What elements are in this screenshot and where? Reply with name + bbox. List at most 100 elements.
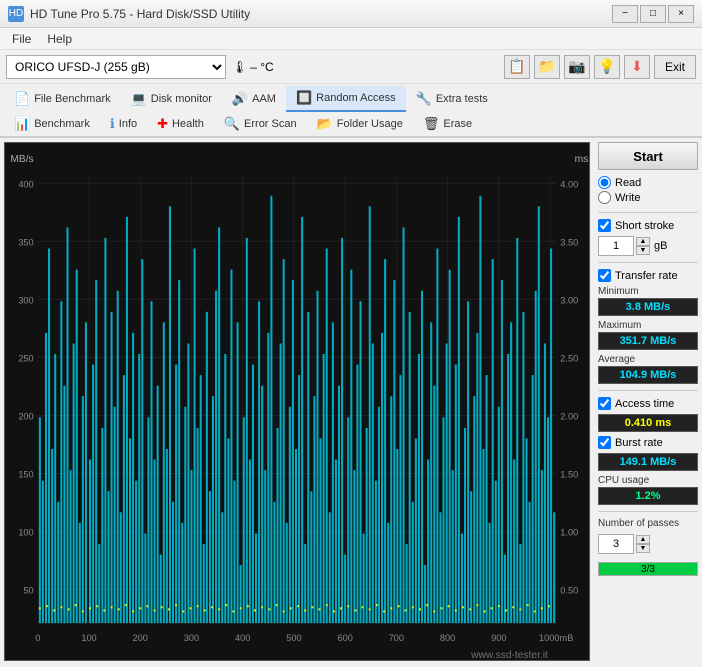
write-radio[interactable] (598, 191, 611, 204)
svg-text:400: 400 (235, 633, 250, 643)
toolbar-download-button[interactable]: ⬇ (624, 55, 650, 79)
app-icon: HD (8, 6, 24, 22)
svg-text:400: 400 (18, 179, 33, 189)
svg-text:MB/s: MB/s (10, 154, 33, 165)
tab-erase[interactable]: 🗑 Erase (413, 112, 482, 136)
access-time-checkbox-label[interactable]: Access time (598, 397, 698, 410)
write-label: Write (615, 192, 640, 204)
folder-usage-icon: 📂 (317, 116, 333, 132)
window-controls[interactable]: − □ × (612, 5, 694, 23)
maximize-button[interactable]: □ (640, 5, 666, 23)
toolbar-icons: 📋 📁 📷 💡 ⬇ Exit (504, 55, 696, 79)
tab-random-access-label: Random Access (316, 92, 395, 104)
burst-rate-value: 149.1 MB/s (598, 453, 698, 471)
drive-selector[interactable]: ORICO UFSD-J (255 gB) (6, 55, 226, 79)
title-bar: HD HD Tune Pro 5.75 - Hard Disk/SSD Util… (0, 0, 702, 28)
tab-file-benchmark-label: File Benchmark (34, 93, 110, 105)
burst-rate-checkbox[interactable] (598, 436, 611, 449)
menu-file[interactable]: File (4, 30, 39, 47)
tab-folder-usage[interactable]: 📂 Folder Usage (307, 112, 413, 136)
menu-help[interactable]: Help (39, 30, 80, 47)
passes-down[interactable]: ▼ (636, 544, 650, 553)
tab-error-scan[interactable]: 🔍 Error Scan (214, 112, 307, 136)
short-stroke-label: Short stroke (615, 220, 674, 232)
start-button[interactable]: Start (598, 142, 698, 170)
minimize-button[interactable]: − (612, 5, 638, 23)
tab-random-access[interactable]: 🔲 Random Access (286, 86, 406, 112)
nav-row-2: 📊 Benchmark ℹ Info ✚ Health 🔍 Error Scan… (4, 112, 698, 136)
average-value: 104.9 MB/s (598, 366, 698, 384)
access-time-label: Access time (615, 398, 674, 410)
toolbar-info-button[interactable]: 💡 (594, 55, 620, 79)
svg-text:3.00: 3.00 (560, 295, 578, 305)
error-scan-icon: 🔍 (224, 116, 240, 132)
benchmark-icon: 📊 (14, 116, 30, 132)
health-icon: ✚ (157, 116, 168, 132)
svg-text:ms: ms (575, 154, 589, 165)
divider-1 (598, 212, 698, 213)
tab-benchmark[interactable]: 📊 Benchmark (4, 112, 100, 136)
tab-extra-tests-label: Extra tests (436, 93, 488, 105)
toolbar: ORICO UFSD-J (255 gB) 🌡 – °C 📋 📁 📷 💡 ⬇ E… (0, 50, 702, 84)
cpu-usage-section: CPU usage 1.2% (598, 475, 698, 505)
short-stroke-checkbox[interactable] (598, 219, 611, 232)
transfer-rate-checkbox-label[interactable]: Transfer rate (598, 269, 698, 282)
tab-extra-tests[interactable]: 🔧 Extra tests (406, 86, 498, 112)
passes-progress-bar: 3/3 (598, 562, 698, 576)
nav-tabs: 📄 File Benchmark 💻 Disk monitor 🔊 AAM 🔲 … (0, 84, 702, 138)
toolbar-camera-button[interactable]: 📷 (564, 55, 590, 79)
passes-label: Number of passes (598, 518, 698, 529)
tab-disk-monitor-label: Disk monitor (151, 93, 212, 105)
menu-bar: File Help (0, 28, 702, 50)
short-stroke-unit: gB (654, 240, 667, 252)
chart-area: MB/s 400 350 300 250 200 150 100 50 ms 4… (4, 142, 590, 661)
write-radio-label[interactable]: Write (598, 191, 698, 204)
close-button[interactable]: × (668, 5, 694, 23)
random-access-icon: 🔲 (296, 90, 312, 106)
svg-text:2.50: 2.50 (560, 353, 578, 363)
temperature-display: 🌡 – °C (232, 60, 274, 74)
info-icon: ℹ (110, 116, 115, 132)
passes-spinners: ▲ ▼ (636, 535, 650, 553)
cpu-usage-label: CPU usage (598, 475, 698, 486)
passes-up[interactable]: ▲ (636, 535, 650, 544)
svg-text:50: 50 (23, 585, 33, 595)
passes-input[interactable] (598, 534, 634, 554)
short-stroke-input[interactable] (598, 236, 634, 256)
short-stroke-checkbox-label[interactable]: Short stroke (598, 219, 698, 232)
svg-text:200: 200 (18, 411, 33, 421)
svg-text:200: 200 (133, 633, 148, 643)
toolbar-folder-button[interactable]: 📁 (534, 55, 560, 79)
maximum-label: Maximum (598, 320, 698, 331)
burst-rate-checkbox-label[interactable]: Burst rate (598, 436, 698, 449)
tab-aam[interactable]: 🔊 AAM (222, 86, 286, 112)
passes-display: 3/3 (599, 563, 697, 577)
svg-text:4.00: 4.00 (560, 179, 578, 189)
short-stroke-up[interactable]: ▲ (636, 237, 650, 246)
maximum-section: Maximum 351.7 MB/s (598, 320, 698, 350)
access-time-checkbox[interactable] (598, 397, 611, 410)
nav-row-1: 📄 File Benchmark 💻 Disk monitor 🔊 AAM 🔲 … (4, 86, 698, 112)
toolbar-clipboard-button[interactable]: 📋 (504, 55, 530, 79)
tab-file-benchmark[interactable]: 📄 File Benchmark (4, 86, 121, 112)
read-label: Read (615, 177, 641, 189)
tab-info[interactable]: ℹ Info (100, 112, 147, 136)
tab-disk-monitor[interactable]: 💻 Disk monitor (121, 86, 222, 112)
title-bar-content: HD HD Tune Pro 5.75 - Hard Disk/SSD Util… (8, 6, 250, 22)
svg-text:1.00: 1.00 (560, 527, 578, 537)
average-label: Average (598, 354, 698, 365)
tab-info-label: Info (119, 118, 137, 130)
access-time-value: 0.410 ms (598, 414, 698, 432)
thermometer-icon: 🌡 (232, 60, 247, 74)
svg-text:0.50: 0.50 (560, 585, 578, 595)
read-radio[interactable] (598, 176, 611, 189)
exit-button[interactable]: Exit (654, 55, 696, 79)
tab-health[interactable]: ✚ Health (147, 112, 214, 136)
divider-2 (598, 262, 698, 263)
minimum-section: Minimum 3.8 MB/s (598, 286, 698, 316)
svg-text:www.ssd-tester.it: www.ssd-tester.it (470, 650, 548, 660)
transfer-rate-checkbox[interactable] (598, 269, 611, 282)
read-radio-label[interactable]: Read (598, 176, 698, 189)
short-stroke-down[interactable]: ▼ (636, 246, 650, 255)
main-content: MB/s 400 350 300 250 200 150 100 50 ms 4… (0, 138, 702, 665)
